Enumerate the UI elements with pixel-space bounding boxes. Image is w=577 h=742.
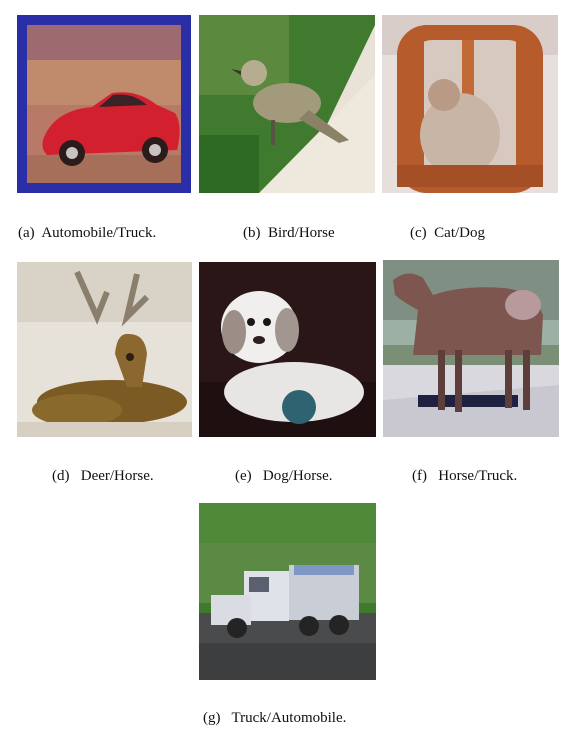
caption-text: Dog/Horse. — [262, 468, 333, 484]
caption-b: (b) Bird/Horse — [243, 224, 335, 242]
caption-e: (e) Dog/Horse. — [235, 467, 332, 485]
caption-letter: (b) — [243, 225, 261, 241]
caption-a: (a) Automobile/Truck. — [18, 224, 156, 242]
caption-text: Truck/Automobile. — [231, 710, 347, 726]
caption-letter: (d) — [52, 468, 70, 484]
panel-a-image — [17, 15, 191, 193]
caption-d: (d) Deer/Horse. — [52, 467, 154, 485]
caption-c: (c) Cat/Dog — [410, 224, 485, 242]
caption-letter: (e) — [235, 468, 252, 484]
panel-e-image — [199, 262, 376, 437]
caption-letter: (f) — [412, 468, 427, 484]
panel-g-image — [199, 503, 376, 680]
caption-text: Cat/Dog — [434, 225, 485, 241]
caption-text: Bird/Horse — [268, 225, 335, 241]
panel-d-image — [17, 262, 192, 437]
panel-f-image — [383, 260, 559, 437]
panel-c-image — [382, 15, 558, 193]
panel-b-image — [199, 15, 375, 193]
caption-text: Deer/Horse. — [80, 468, 154, 484]
caption-letter: (a) — [18, 225, 35, 241]
caption-f: (f) Horse/Truck. — [412, 467, 517, 485]
caption-text: Horse/Truck. — [438, 468, 518, 484]
caption-text: Automobile/Truck. — [41, 225, 157, 241]
caption-letter: (g) — [203, 710, 221, 726]
caption-letter: (c) — [410, 225, 427, 241]
caption-g: (g) Truck/Automobile. — [203, 709, 346, 727]
